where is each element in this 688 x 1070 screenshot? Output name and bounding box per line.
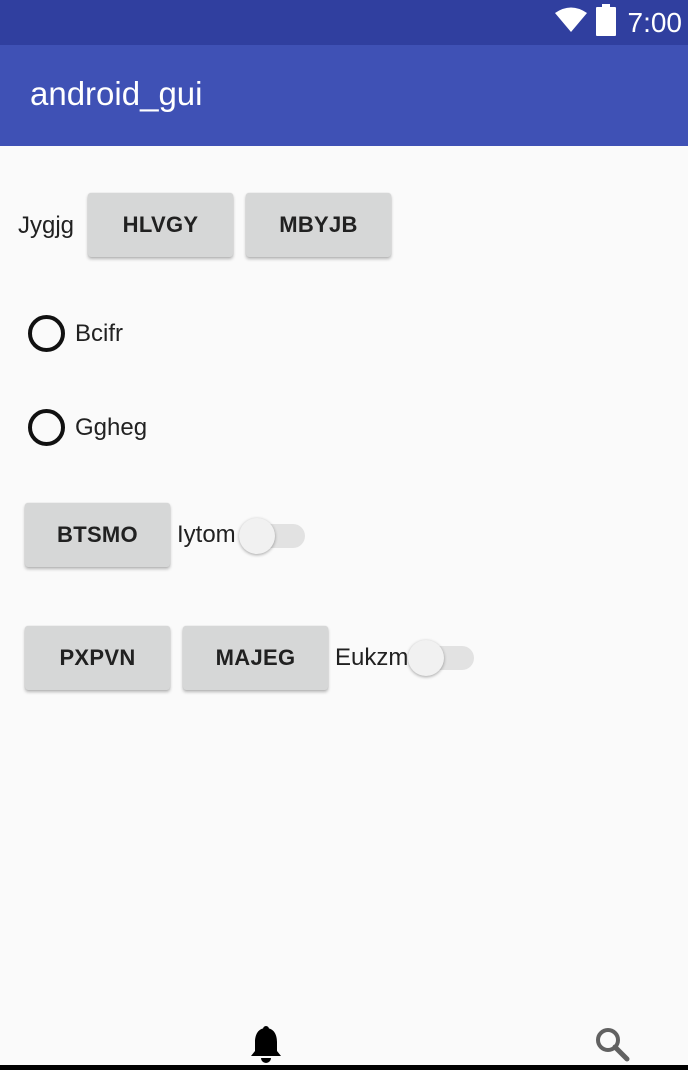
status-time: 7:00 [627,6,683,38]
jygjg-label: Jygjg [18,212,75,239]
bell-icon[interactable] [250,1026,282,1069]
bottom-navigation [0,1016,688,1070]
iytom-label: Iytom [177,521,236,548]
iytom-switch[interactable] [239,516,305,556]
mbyjb-button[interactable]: MBYJB [246,193,391,257]
status-icons: 7:00 [554,0,683,45]
radio-circle-icon[interactable] [28,315,65,352]
btsmo-button[interactable]: BTSMO [25,503,170,567]
radio-circle-icon[interactable] [28,409,65,446]
app-title: android_gui [30,75,203,112]
search-icon[interactable] [594,1026,630,1067]
radio-ggheg-label: Ggheg [75,413,148,441]
hlvgy-button[interactable]: HLVGY [88,193,233,257]
switch-thumb[interactable] [239,518,275,554]
eukzm-label: Eukzm [335,644,409,671]
eukzm-switch[interactable] [408,638,474,678]
app-bar: android_gui [0,45,688,146]
switch-thumb[interactable] [408,640,444,676]
bottom-edge [0,1065,688,1070]
radio-bcifr-label: Bcifr [75,319,123,347]
radio-ggheg[interactable]: Ggheg [28,409,147,446]
pxpvn-button[interactable]: PXPVN [25,626,170,690]
status-bar: 7:00 [0,0,688,45]
majeg-button[interactable]: MAJEG [183,626,328,690]
radio-bcifr[interactable]: Bcifr [28,315,123,352]
wifi-icon [554,7,588,38]
battery-icon [595,4,616,41]
